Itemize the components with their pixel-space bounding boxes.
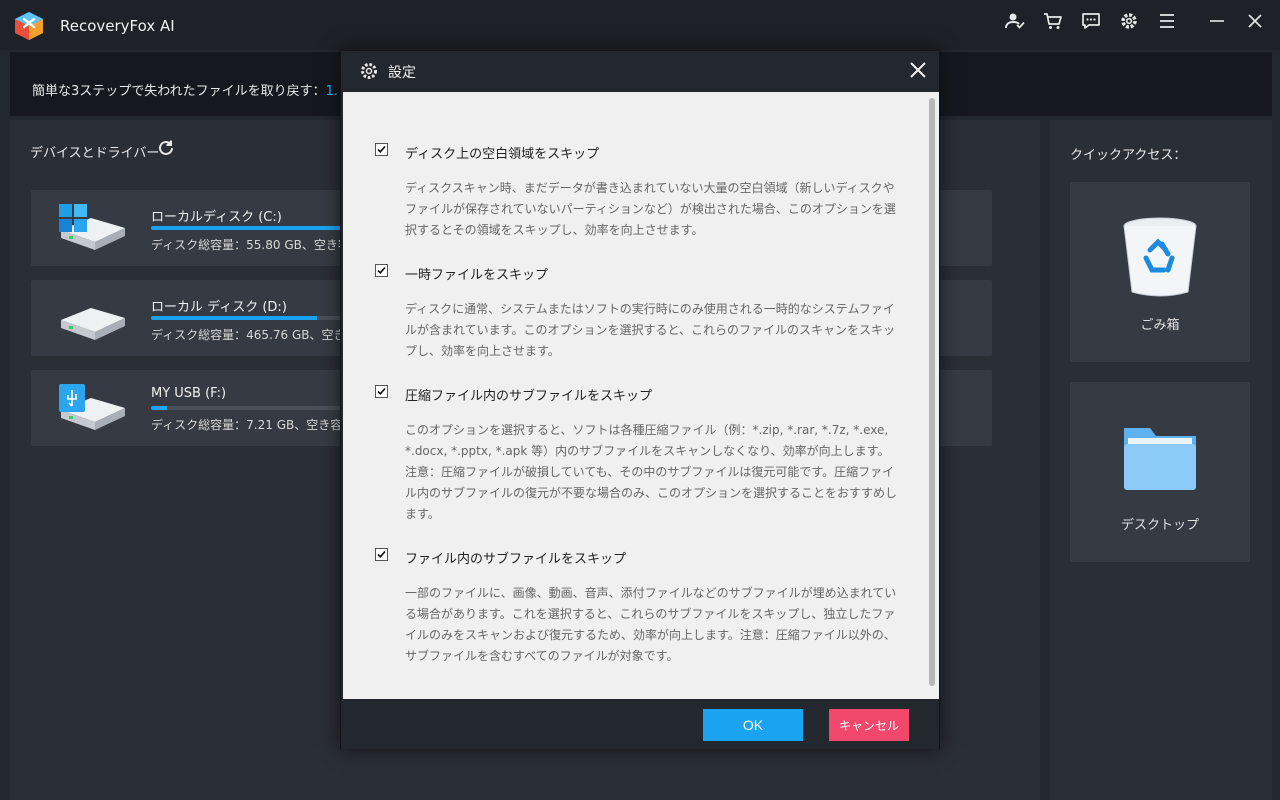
drive-usage-bar <box>151 316 351 320</box>
banner-text: 簡単な3ステップで失われたファイルを取り戻す： <box>32 84 326 99</box>
menu-icon[interactable] <box>1154 8 1180 34</box>
option-title: ファイル内のサブファイルをスキップ <box>405 552 627 567</box>
option-title: 一時ファイルをスキップ <box>405 268 549 283</box>
dialog-scrollbar[interactable] <box>929 98 935 686</box>
title-bar: RecoveryFox AI <box>0 0 1280 50</box>
drive-name: ローカルディスク (C:) <box>151 210 282 225</box>
option-checkbox[interactable] <box>375 385 388 398</box>
quick-access-recycle-bin[interactable]: ごみ箱 <box>1070 182 1250 362</box>
gear-icon <box>361 63 377 79</box>
close-icon[interactable] <box>1242 8 1268 34</box>
account-icon[interactable] <box>1002 8 1028 34</box>
option-title: ディスク上の空白領域をスキップ <box>405 147 600 162</box>
drive-usage-fill <box>151 316 317 320</box>
quick-access-panel: クイックアクセス： ごみ箱 デスクトップ <box>1050 120 1272 800</box>
app-logo-icon <box>15 12 43 40</box>
option-description: 一部のファイルに、画像、動画、音声、添付ファイルなどのサブファイルが埋め込まれて… <box>405 586 897 663</box>
app-title: RecoveryFox AI <box>60 17 175 35</box>
quick-access-title: クイックアクセス： <box>1070 148 1187 163</box>
drive-capacity: ディスク総容量：465.76 GB、空き容量 <box>151 328 341 342</box>
windows-drive-icon <box>59 204 125 250</box>
drive-usage-bar <box>151 406 351 410</box>
option-title: 圧縮ファイル内のサブファイルをスキップ <box>405 389 653 404</box>
option-description: ディスクスキャン時、まだデータが書き込まれていない大量の空白領域（新しいディスク… <box>405 181 896 237</box>
drive-capacity: ディスク総容量：55.80 GB、空き容量 <box>151 238 341 252</box>
quick-access-label: デスクトップ <box>1120 518 1199 533</box>
ok-button[interactable]: OK <box>703 709 803 741</box>
settings-icon[interactable] <box>1116 8 1142 34</box>
drive-usage-bar <box>151 226 351 230</box>
dialog-title: 設定 <box>388 65 416 81</box>
refresh-icon[interactable] <box>156 138 176 158</box>
option-description: ディスクに通常、システムまたはソフトの実行時にのみ使用される一時的なシステムファ… <box>405 302 895 358</box>
cancel-button[interactable]: キャンセル <box>829 709 909 741</box>
minimize-icon[interactable] <box>1204 8 1230 34</box>
drive-usage-fill <box>151 406 167 410</box>
option-checkbox[interactable] <box>375 548 388 561</box>
dialog-body: ディスク上の空白領域をスキップ ディスクスキャン時、まだデータが書き込まれていな… <box>343 92 939 699</box>
quick-access-desktop[interactable]: デスクトップ <box>1070 382 1250 562</box>
usb-drive-icon <box>59 384 125 430</box>
drive-name: ローカル ディスク (D:) <box>151 300 287 315</box>
folder-icon <box>1124 428 1196 490</box>
dialog-header: 設定 <box>341 51 939 91</box>
option-checkbox[interactable] <box>375 264 388 277</box>
quick-access-label: ごみ箱 <box>1140 318 1180 333</box>
dialog-footer: OK キャンセル <box>341 699 939 749</box>
option-description: このオプションを選択すると、ソフトは各種圧縮ファイル（例：*.zip, *.ra… <box>405 423 898 521</box>
drive-usage-fill <box>151 226 341 230</box>
devices-title: デバイスとドライバー <box>30 146 160 161</box>
settings-dialog: 設定 ディスク上の空白領域をスキップ ディスクスキャン時、まだデータが書き込まれ… <box>340 50 940 749</box>
hard-drive-icon <box>61 308 125 340</box>
drive-name: MY USB (F:) <box>151 386 227 401</box>
option-checkbox[interactable] <box>375 143 388 156</box>
cart-icon[interactable] <box>1040 8 1066 34</box>
recycle-bin-icon <box>1123 217 1197 297</box>
feedback-icon[interactable] <box>1078 8 1104 34</box>
drive-capacity: ディスク総容量：7.21 GB、空き容量 <box>151 418 341 432</box>
close-icon[interactable] <box>907 59 929 81</box>
